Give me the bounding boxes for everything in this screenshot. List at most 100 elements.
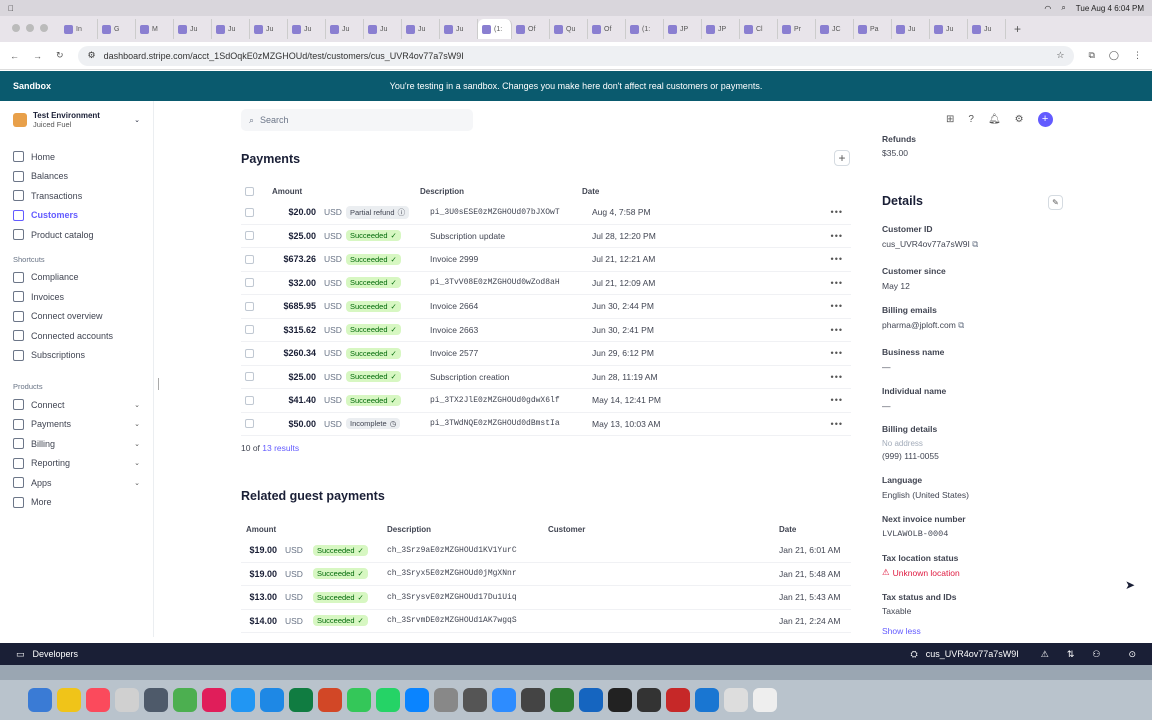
warning-icon[interactable]: ⚠ <box>1041 649 1049 660</box>
dock-app-icon[interactable] <box>579 688 603 712</box>
close-window-button[interactable] <box>12 24 20 32</box>
row-menu-icon[interactable]: ••• <box>831 348 843 358</box>
site-info-icon[interactable]: ⚙ <box>88 50 96 61</box>
browser-tab[interactable]: (1: <box>478 19 512 39</box>
row-checkbox[interactable] <box>245 395 254 405</box>
minimize-window-button[interactable] <box>26 24 34 32</box>
row-menu-icon[interactable]: ••• <box>831 419 843 429</box>
account-switcher[interactable]: Test Environment Juiced Fuel ⌄ <box>13 111 140 129</box>
table-row[interactable]: $315.62 USD Succeeded ✓ Invoice 2663 Jun 30, … <box>241 319 851 342</box>
select-all-checkbox[interactable] <box>245 186 254 196</box>
wifi-icon[interactable]: ◠ <box>1044 4 1051 13</box>
row-menu-icon[interactable]: ••• <box>831 372 843 382</box>
dock-app-icon[interactable] <box>173 688 197 712</box>
table-row[interactable]: $19.00 USD Succeeded ✓ ch_3Srz9aE0zMZGHOUd1K… <box>241 539 851 563</box>
browser-tab[interactable]: In <box>60 19 98 39</box>
browser-menu-icon[interactable]: ⋮ <box>1133 50 1142 61</box>
sidebar-item-product-catalog[interactable]: Product catalog <box>13 225 140 245</box>
dock-app-icon[interactable] <box>115 688 139 712</box>
browser-tab[interactable]: Ju <box>930 19 968 39</box>
table-row[interactable]: $673.26 USD Succeeded ✓ Invoice 2999 Jul 21, … <box>241 248 851 272</box>
dock-app-icon[interactable] <box>405 688 429 712</box>
row-menu-icon[interactable]: ••• <box>831 301 843 311</box>
browser-tab[interactable]: Ju <box>440 19 478 39</box>
extensions-icon[interactable]: ⧉ <box>1088 50 1094 61</box>
table-row[interactable]: $41.40 USD Succeeded ✓ pi_3TX2JlE0zMZGHOUd0g… <box>241 389 851 413</box>
dock-app-icon[interactable] <box>376 688 400 712</box>
forward-icon[interactable]: → <box>33 51 42 61</box>
show-less-link[interactable]: Show less <box>882 626 921 636</box>
sidebar-item-apps[interactable]: Apps ⌄ <box>13 473 140 493</box>
row-checkbox[interactable] <box>245 231 254 241</box>
dock-app-icon[interactable] <box>463 688 487 712</box>
sidebar-resize-handle[interactable] <box>158 378 159 390</box>
table-row[interactable]: $50.00 USD Incomplete ◷ pi_3TWdNQE0zMZGHOUd0… <box>241 413 851 436</box>
dock-app-icon[interactable] <box>492 688 516 712</box>
browser-tab[interactable]: Cl <box>740 19 778 39</box>
browser-tab[interactable]: JC <box>816 19 854 39</box>
browser-tab[interactable]: Ju <box>968 19 1006 39</box>
browser-tab[interactable]: Pr <box>778 19 816 39</box>
table-row[interactable]: $14.00 USD Succeeded ✓ ch_3SrvmDE0zMZGHOUd1A… <box>241 610 851 633</box>
dock-app-icon[interactable] <box>144 688 168 712</box>
sort-icon[interactable]: ⇅ <box>1067 649 1075 660</box>
table-row[interactable]: $25.00 USD Succeeded ✓ Subscription creation… <box>241 366 851 389</box>
browser-tab[interactable]: M <box>136 19 174 39</box>
sidebar-item-billing[interactable]: Billing ⌄ <box>13 434 140 454</box>
sidebar-item-customers[interactable]: Customers <box>13 206 140 226</box>
table-row[interactable]: $13.00 USD Succeeded ✓ ch_3SrysvE0zMZGHOUd17… <box>241 586 851 610</box>
sidebar-item-payments[interactable]: Payments ⌄ <box>13 415 140 435</box>
browser-tab[interactable]: Pa <box>854 19 892 39</box>
dock-app-icon[interactable] <box>318 688 342 712</box>
browser-tab[interactable]: JP <box>702 19 740 39</box>
row-checkbox[interactable] <box>245 278 254 288</box>
browser-tab[interactable]: Ju <box>174 19 212 39</box>
sidebar-item-connected-accounts[interactable]: Connected accounts <box>13 326 140 346</box>
dock-app-icon[interactable] <box>28 688 52 712</box>
dock-app-icon[interactable] <box>434 688 458 712</box>
browser-tab[interactable]: Ju <box>364 19 402 39</box>
expand-icon[interactable]: ⊙ <box>1128 649 1136 660</box>
table-row[interactable]: $260.34 USD Succeeded ✓ Invoice 2577 Jun 29, … <box>241 342 851 366</box>
row-checkbox[interactable] <box>245 207 254 217</box>
row-menu-icon[interactable]: ••• <box>831 231 843 241</box>
sidebar-item-transactions[interactable]: Transactions <box>13 186 140 206</box>
browser-tab[interactable]: Ju <box>326 19 364 39</box>
reload-icon[interactable]: ↻ <box>56 50 64 61</box>
sidebar-item-reporting[interactable]: Reporting ⌄ <box>13 454 140 474</box>
dock-app-icon[interactable] <box>608 688 632 712</box>
table-row[interactable]: $32.00 USD Succeeded ✓ pi_3TvV08E0zMZGHOUd0w… <box>241 272 851 295</box>
row-menu-icon[interactable]: ••• <box>831 325 843 335</box>
dock-app-icon[interactable] <box>695 688 719 712</box>
browser-tab[interactable]: Ju <box>212 19 250 39</box>
row-checkbox[interactable] <box>245 325 254 335</box>
new-tab-button[interactable]: + <box>1014 22 1021 36</box>
dock-app-icon[interactable] <box>521 688 545 712</box>
dock-app-icon[interactable] <box>202 688 226 712</box>
search-bar[interactable]: ⌕ Search <box>241 109 473 131</box>
dock-app-icon[interactable] <box>231 688 255 712</box>
back-icon[interactable]: ← <box>10 51 19 61</box>
search-icon[interactable]: ⌕ <box>1061 3 1065 13</box>
sidebar-item-subscriptions[interactable]: Subscriptions <box>13 346 140 366</box>
browser-tab[interactable]: JP <box>664 19 702 39</box>
row-menu-icon[interactable]: ••• <box>831 254 843 264</box>
browser-tab[interactable]: Of <box>512 19 550 39</box>
table-row[interactable]: $20.00 USD Partial refund ⓘ pi_3U0sESE0zMZGH… <box>241 201 851 225</box>
dock-app-icon[interactable] <box>289 688 313 712</box>
dock-app-icon[interactable] <box>86 688 110 712</box>
sidebar-item-home[interactable]: Home <box>13 147 140 167</box>
menubar-datetime[interactable]: Tue Aug 4 6:04 PM <box>1076 4 1144 13</box>
row-checkbox[interactable] <box>245 419 254 429</box>
dock-app-icon[interactable] <box>724 688 748 712</box>
dock-app-icon[interactable] <box>57 688 81 712</box>
browser-tab[interactable]: G <box>98 19 136 39</box>
profile-icon[interactable]: ◯ <box>1109 50 1119 61</box>
row-menu-icon[interactable]: ••• <box>831 395 843 405</box>
bookmark-star-icon[interactable]: ☆ <box>1056 50 1064 61</box>
sidebar-item-connect[interactable]: Connect ⌄ <box>13 395 140 415</box>
dock-app-icon[interactable] <box>666 688 690 712</box>
dock-app-icon[interactable] <box>550 688 574 712</box>
sidebar-item-connect-overview[interactable]: Connect overview <box>13 307 140 327</box>
browser-tab[interactable]: (1: <box>626 19 664 39</box>
